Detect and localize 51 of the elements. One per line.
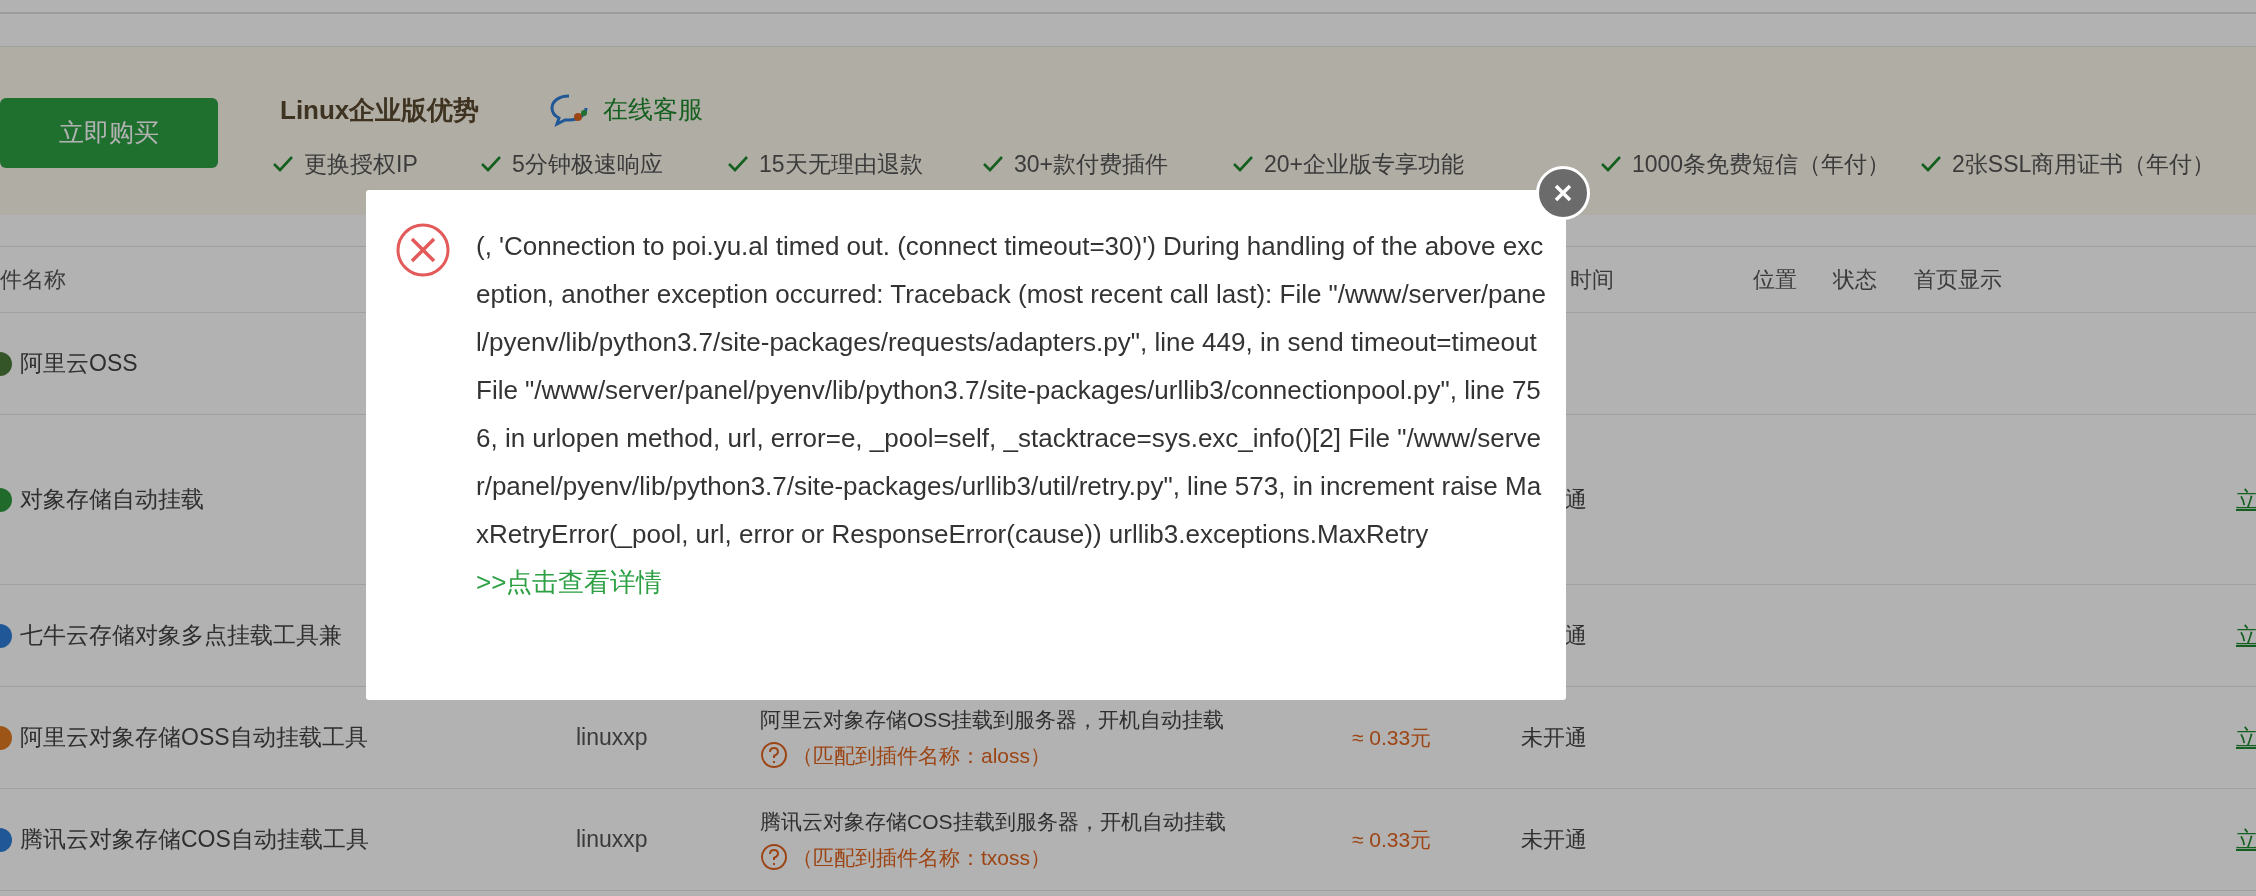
check-icon [727, 155, 749, 174]
author-text: linuxxp [576, 724, 648, 751]
check-icon [1232, 155, 1254, 174]
feature-text: 20+企业版专享功能 [1264, 150, 1464, 179]
plugin-name: 七牛云存储对象多点挂载工具兼 [20, 621, 342, 651]
details-link[interactable]: >>点击查看详情 [476, 558, 663, 606]
status-text: 通 [1565, 487, 1587, 512]
plugin-icon [0, 827, 12, 852]
online-support-link[interactable]: 在线客服 [603, 91, 704, 129]
status-text: 未开通 [1521, 725, 1587, 750]
check-icon [1600, 155, 1622, 174]
plugin-icon [0, 623, 12, 648]
plugin-name: 对象存储自动挂载 [20, 485, 204, 515]
feature-text: 1000条免费短信（年付） [1632, 150, 1891, 179]
plugin-name: 腾讯云对象存储COS自动挂载工具 [20, 825, 369, 855]
column-header: 状态 [1833, 267, 1877, 292]
banner-title: Linux企业版优势 [280, 93, 480, 127]
help-icon[interactable] [760, 741, 788, 770]
check-icon [982, 155, 1004, 174]
price-text: ≈ 0.33元 [1352, 827, 1432, 851]
plugin-description: 腾讯云对象存储COS挂载到服务器，开机自动挂载 [760, 809, 1227, 835]
plugin-icon [0, 351, 12, 376]
plugin-match-text: （匹配到插件名称：aloss） [792, 742, 1052, 769]
error-icon [395, 222, 451, 278]
column-header: 首页显示 [1914, 266, 2002, 294]
check-icon [480, 155, 502, 174]
help-icon[interactable] [760, 843, 788, 872]
status-text: 未开通 [1521, 827, 1587, 852]
plugin-icon [0, 725, 12, 750]
check-icon [272, 155, 294, 174]
column-header: 件名称 [0, 267, 66, 292]
column-header: 时间 [1570, 267, 1614, 292]
close-icon [1553, 183, 1573, 203]
plugin-name: 阿里云对象存储OSS自动挂载工具 [20, 723, 368, 753]
author-text: linuxxp [576, 826, 648, 853]
plugin-description: 阿里云对象存储OSS挂载到服务器，开机自动挂载 [760, 707, 1226, 733]
plugin-match-text: （匹配到插件名称：txoss） [792, 844, 1051, 871]
price-text: ≈ 0.33元 [1352, 725, 1432, 749]
status-text: 通 [1565, 623, 1587, 648]
plugin-icon [0, 487, 12, 512]
plugin-name: 阿里云OSS [20, 349, 138, 379]
chat-icon [549, 93, 590, 127]
check-icon [1920, 155, 1942, 174]
feature-text: 15天无理由退款 [759, 150, 923, 179]
feature-text: 2张SSL商用证书（年付） [1952, 150, 2216, 179]
column-header: 位置 [1753, 267, 1797, 292]
error-message: (, 'Connection to poi.yu.al timed out. (connect timeout=30)') During handling of the above exception, another exception occurred: Traceback (most recent call last): File "/www/server/panel/pyenv/lib/python3.7/site-packages/requests/adapters.py", line 449, in send timeout=timeout File "/www/server/panel/pyenv/lib/python3.7/site-packages/urllib3/connectionpool.py", line 756, in urlopen method, url, error=e, _pool=self, _stacktrace=sys.exc_info()[2] File "/www/server/panel/pyenv/lib/python3.7/site-packages/urllib3/util/retry.py", line 573, in increment raise MaxRetryError(_pool, url, error or ResponseError(cause)) urllib3.exceptions.MaxRetry [476, 230, 1546, 551]
feature-text: 更换授权IP [304, 150, 418, 179]
feature-text: 30+款付费插件 [1014, 150, 1168, 179]
feature-text: 5分钟极速响应 [512, 150, 663, 179]
buy-now-button[interactable]: 立即购买 [0, 98, 218, 168]
